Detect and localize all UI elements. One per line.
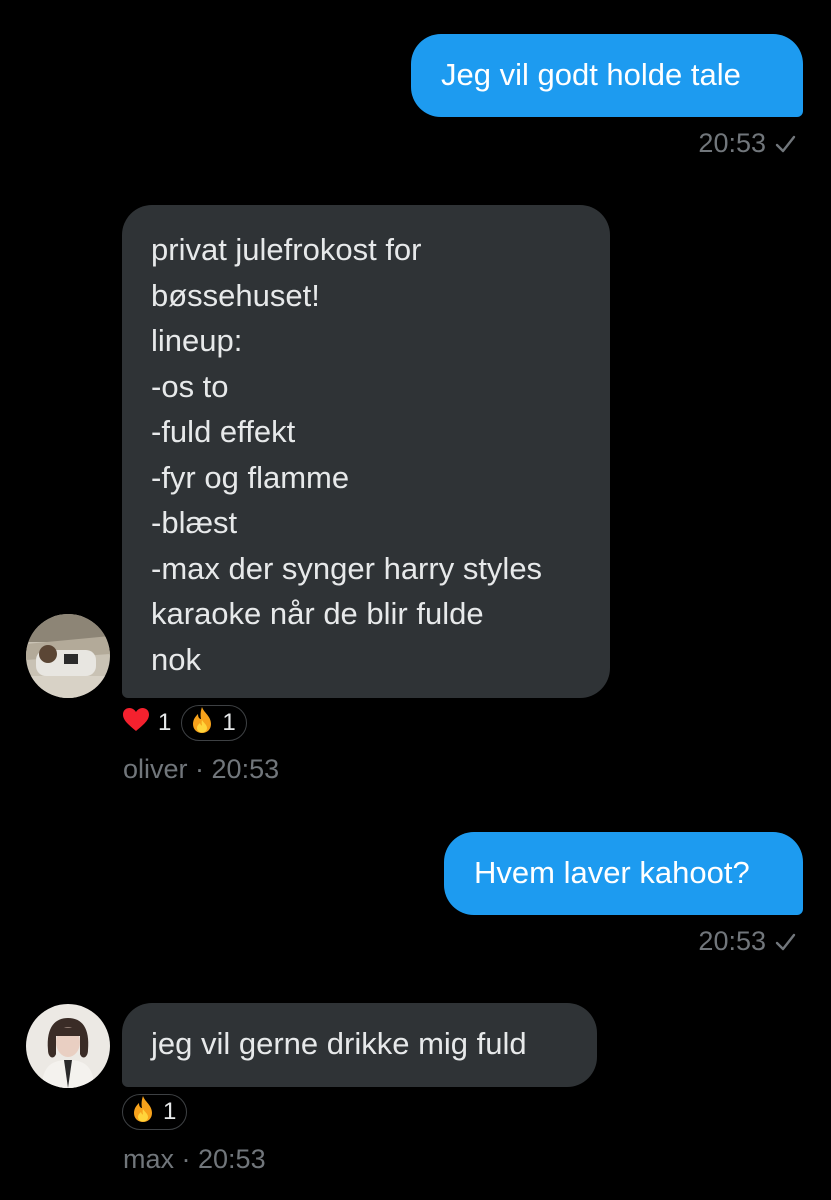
message-meta: max · 20:53 bbox=[123, 1144, 266, 1175]
reactions-row: 1 1 bbox=[122, 705, 247, 741]
sender-name[interactable]: max bbox=[123, 1144, 174, 1175]
reaction-count: 1 bbox=[222, 709, 236, 736]
reaction-count: 1 bbox=[163, 1098, 177, 1125]
message-meta: 20:53 bbox=[698, 128, 796, 159]
message-text: jeg vil gerne drikke mig fuld bbox=[151, 1026, 527, 1061]
message-line: -fuld effekt bbox=[151, 414, 296, 449]
message-text: Hvem laver kahoot? bbox=[474, 855, 750, 890]
reaction-fire[interactable]: 1 bbox=[181, 705, 247, 741]
heart-icon bbox=[122, 707, 150, 740]
check-icon bbox=[774, 133, 796, 155]
meta-separator: · bbox=[187, 754, 212, 784]
check-icon bbox=[774, 931, 796, 953]
reaction-count: 1 bbox=[158, 709, 172, 736]
outgoing-message-bubble[interactable]: Hvem laver kahoot? bbox=[444, 832, 803, 915]
avatar-oliver[interactable] bbox=[26, 614, 110, 698]
message-time: 20:53 bbox=[198, 1144, 266, 1174]
message-line: -max der synger harry styles bbox=[151, 550, 543, 586]
reactions-row: 1 bbox=[122, 1094, 188, 1130]
incoming-message-bubble[interactable]: privat julefrokost for bøssehuset! lineu… bbox=[122, 205, 610, 698]
message-time: 20:53 bbox=[211, 754, 280, 784]
message-line: lineup: bbox=[151, 323, 243, 358]
message-time: 20:53 bbox=[698, 926, 766, 956]
incoming-message-bubble[interactable]: jeg vil gerne drikke mig fuld bbox=[122, 1003, 597, 1087]
message-meta: oliver · 20:53 bbox=[123, 754, 279, 785]
message-line: karaoke når de blir fulde bbox=[151, 596, 484, 631]
reaction-heart[interactable]: 1 bbox=[122, 707, 175, 740]
avatar-max[interactable] bbox=[26, 1004, 110, 1088]
message-time: 20:53 bbox=[698, 128, 766, 158]
message-line: -blæst bbox=[151, 505, 238, 540]
message-line: privat julefrokost for bbox=[151, 232, 422, 267]
message-line: bøssehuset! bbox=[151, 277, 320, 313]
fire-icon bbox=[131, 1095, 155, 1130]
reaction-fire[interactable]: 1 bbox=[122, 1094, 188, 1130]
fire-icon bbox=[190, 706, 214, 741]
outgoing-message-bubble[interactable]: Jeg vil godt holde tale bbox=[411, 34, 803, 117]
message-meta: 20:53 bbox=[698, 926, 796, 957]
sender-name[interactable]: oliver bbox=[123, 754, 188, 785]
message-line: nok bbox=[151, 641, 201, 677]
message-line: -os to bbox=[151, 368, 229, 404]
message-line: -fyr og flamme bbox=[151, 459, 350, 495]
meta-separator: · bbox=[174, 1144, 199, 1174]
message-text: Jeg vil godt holde tale bbox=[441, 57, 741, 92]
